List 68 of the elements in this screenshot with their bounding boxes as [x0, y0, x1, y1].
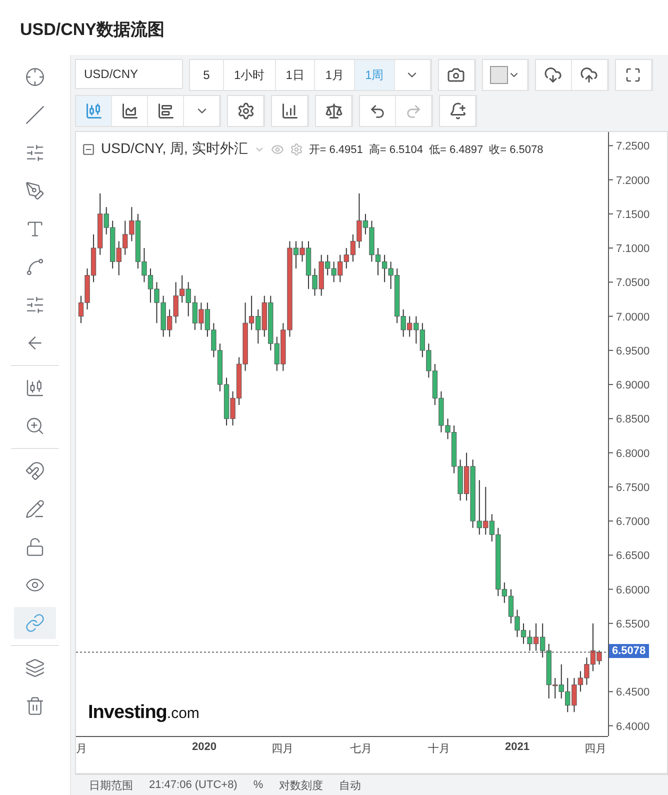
date-label: 四月	[272, 742, 294, 756]
fullscreen-icon	[625, 67, 642, 83]
ohlc-value: 收= 6.5078	[489, 142, 544, 156]
symbol-field[interactable]: USD/CNY	[75, 59, 183, 89]
status-item: 21:47:06 (UTC+8)	[149, 779, 238, 791]
price-label: 6.8000	[616, 448, 650, 460]
legend-title: USD/CNY, 周, 实时外汇	[101, 140, 248, 158]
price-label: 6.4500	[616, 686, 650, 699]
price-label: 6.6000	[616, 584, 650, 596]
cloud-download-icon	[544, 66, 562, 84]
price-label: 6.5500	[616, 618, 650, 630]
color-swatch	[490, 66, 508, 84]
date-label: 2020	[192, 741, 217, 753]
unlock-icon	[25, 537, 45, 557]
price-label: 6.9500	[616, 345, 650, 358]
price-label: 6.7500	[616, 482, 650, 494]
ohlc-value: 开= 6.4951	[308, 142, 363, 156]
price-label: 6.4000	[616, 720, 650, 733]
undo-icon	[369, 102, 386, 120]
status-item[interactable]: %	[253, 779, 264, 791]
ohlc-value: 低= 6.4897	[429, 142, 484, 156]
price-label: 7.1000	[616, 243, 650, 256]
date-label: 四月	[584, 742, 606, 756]
layers-icon	[25, 658, 45, 678]
text-icon	[25, 219, 45, 239]
zoom-in-icon	[25, 416, 45, 436]
bar-chart-icon	[156, 102, 174, 120]
date-label: 2021	[505, 741, 530, 753]
logo: Investing.com	[88, 702, 200, 724]
cloud-upload-icon	[580, 66, 598, 84]
price-label: 7.0000	[616, 311, 650, 324]
price-label: 6.7000	[616, 516, 650, 528]
camera-icon	[447, 66, 466, 84]
candlestick-icon	[84, 102, 102, 120]
curve-icon	[25, 257, 45, 277]
magnet-icon	[25, 461, 45, 481]
area-chart-icon	[120, 102, 138, 120]
bar-chart-icon	[280, 102, 298, 120]
settings-icon	[236, 102, 254, 120]
candlestick-icon	[25, 378, 45, 398]
bell-plus-icon	[448, 102, 466, 120]
price-label: 7.0500	[616, 277, 650, 290]
date-label: 月	[76, 742, 88, 756]
price-label: 7.2000	[616, 174, 650, 187]
crosshair-icon	[25, 67, 45, 87]
date-label: 七月	[350, 742, 372, 756]
redo-icon	[405, 102, 422, 120]
ohlc-value: 高= 6.5104	[368, 142, 424, 156]
trash-icon	[25, 696, 45, 716]
status-item[interactable]: 日期范围	[89, 778, 133, 792]
status-item[interactable]: 对数刻度	[279, 778, 324, 792]
line-tool-icon	[25, 105, 45, 125]
scale-icon	[324, 102, 342, 120]
collapse-icon[interactable]	[82, 142, 95, 156]
pen-icon	[25, 181, 45, 201]
price-label: 6.8500	[616, 414, 650, 426]
sliders-icon	[25, 295, 45, 315]
date-label: 十月	[428, 742, 450, 756]
price-label: 6.6500	[616, 550, 650, 562]
pencil-icon	[25, 499, 45, 519]
link-icon	[25, 613, 45, 633]
price-label: 7.1500	[616, 208, 650, 221]
price-label: 6.9000	[616, 380, 650, 392]
price-label: 7.2500	[616, 140, 650, 153]
last-price-tag: 6.5078	[609, 644, 649, 658]
page-title: USD/CNY数据流图	[19, 19, 166, 41]
sliders-icon	[25, 143, 45, 163]
status-item[interactable]: 自动	[339, 778, 362, 792]
